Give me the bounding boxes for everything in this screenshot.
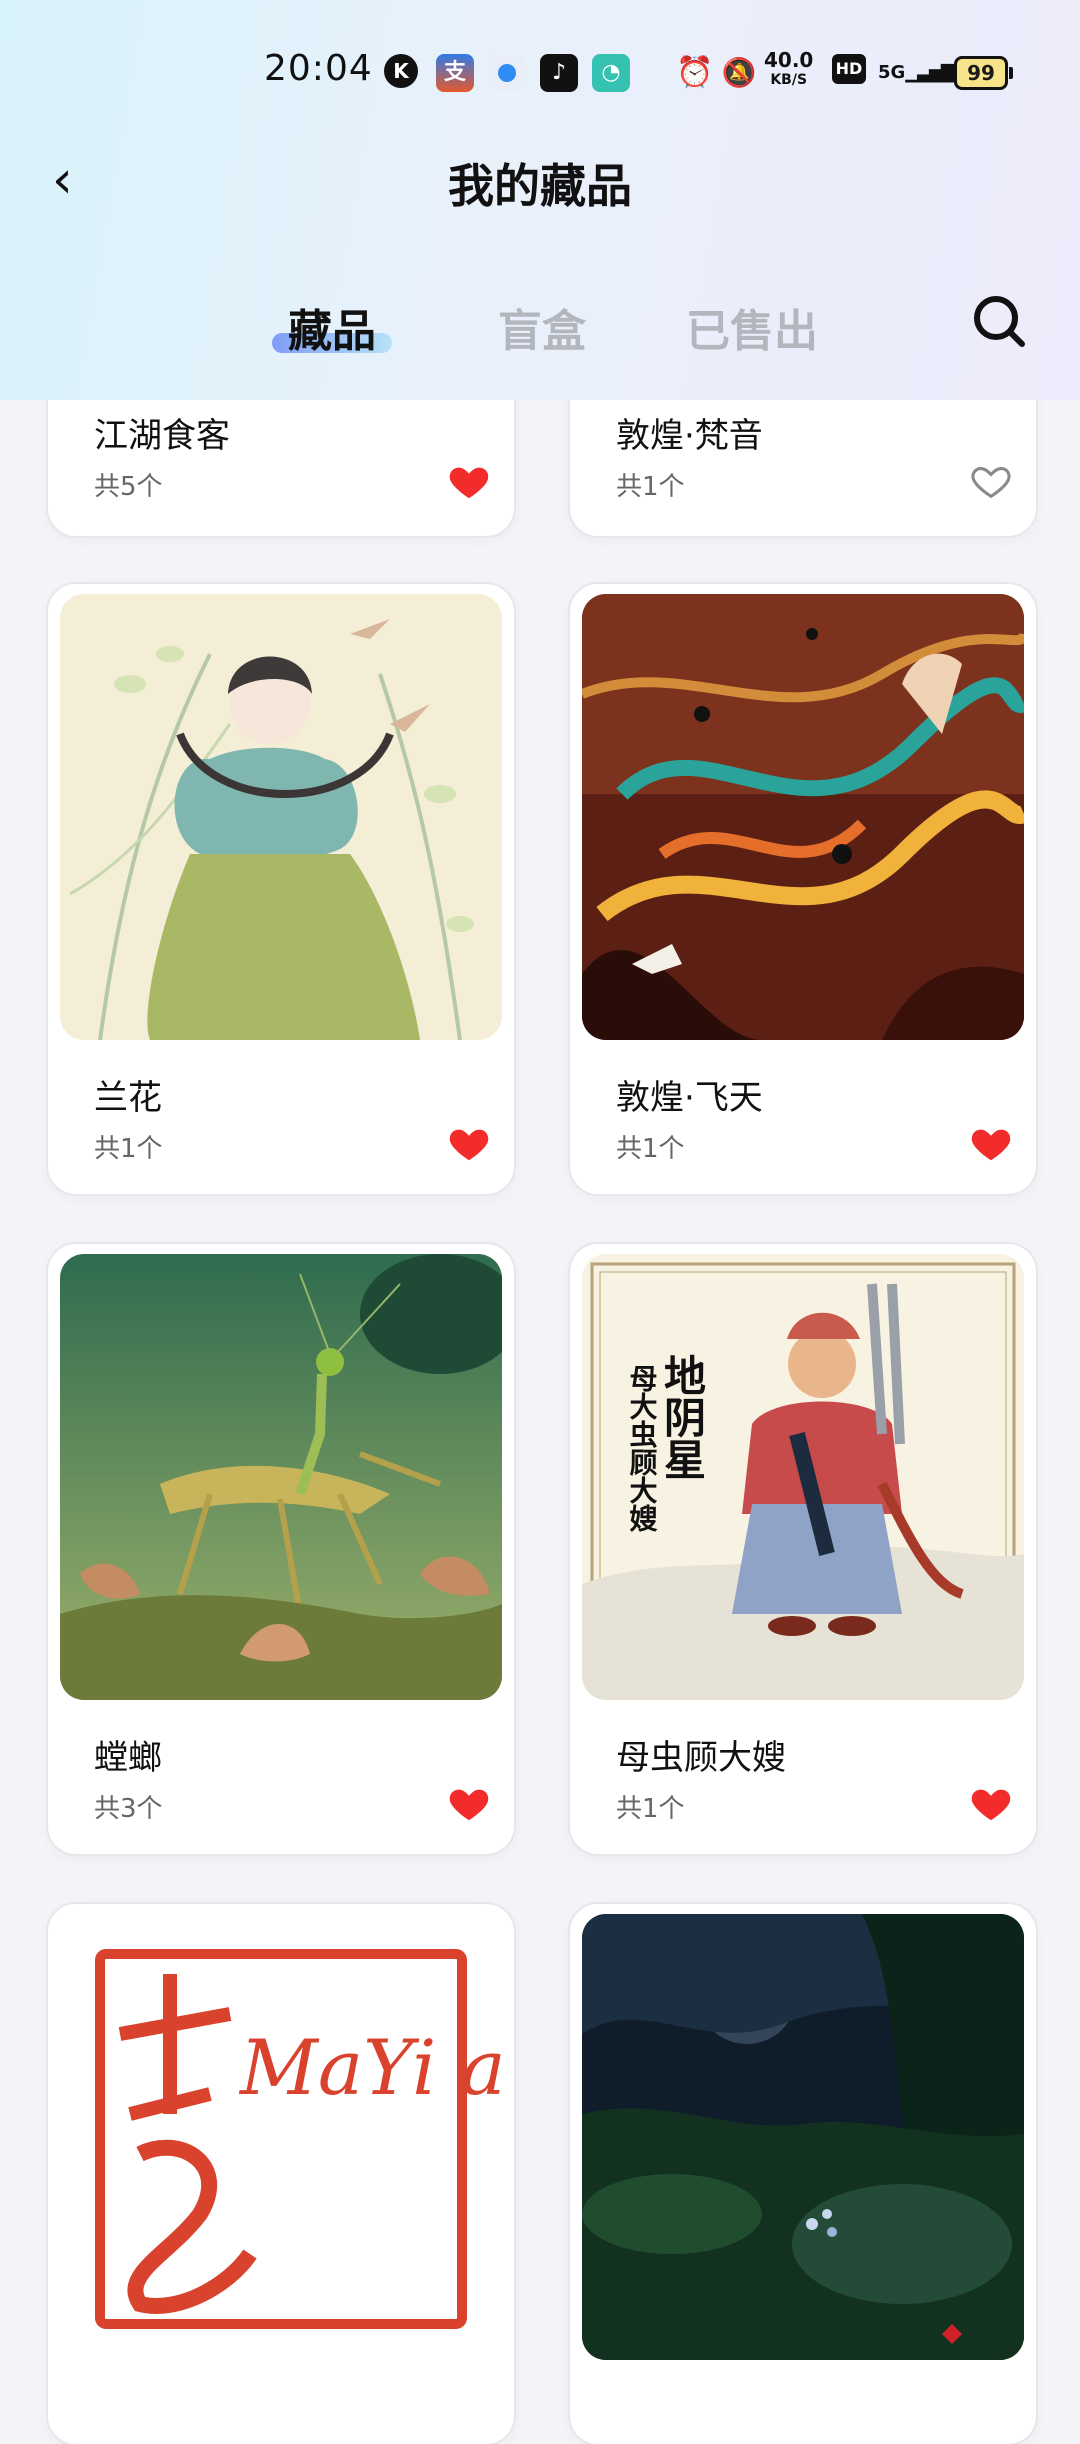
heart-filled-icon[interactable] — [968, 1120, 1014, 1166]
artwork-mayi-logo: MaYi art — [60, 1914, 502, 2360]
heart-filled-icon[interactable] — [446, 1780, 492, 1826]
card-count: 共1个 — [616, 1134, 685, 1164]
hd-icon: HD — [832, 54, 866, 84]
k-app-icon: K — [384, 54, 418, 88]
svg-text:地阴星: 地阴星 — [658, 1354, 707, 1480]
search-icon[interactable] — [970, 292, 1030, 352]
svg-text:MaYi art: MaYi art — [238, 2023, 502, 2112]
artwork-flying-apsara — [582, 594, 1024, 1040]
card-count: 共1个 — [616, 472, 685, 502]
artwork-orchid-girl — [60, 594, 502, 1040]
tab-sold[interactable]: 已售出 — [686, 295, 818, 359]
heart-filled-icon[interactable] — [446, 1120, 492, 1166]
collection-card-muchong[interactable]: 地阴星 母大虫顾大嫂 母虫顾大嫂 共1个 — [570, 1244, 1036, 1854]
page-title: 我的藏品 — [448, 159, 632, 213]
card-count: 共1个 — [616, 1794, 685, 1824]
card-name: 兰花 — [94, 1078, 162, 1118]
status-bar: 20:04 K 支 ♪ ◔ ⏰ 🔕 40.0 KB/S HD 5G▁▃▅▇ 99 — [0, 44, 1080, 100]
card-count: 共3个 — [94, 1794, 163, 1824]
alarm-icon: ⏰ — [676, 55, 714, 90]
collection-card-mayi-art[interactable]: MaYi art — [48, 1904, 514, 2444]
chat-app-icon: ◔ — [592, 54, 630, 92]
card-name: 母虫顾大嫂 — [616, 1738, 786, 1778]
battery-indicator: 99 — [954, 56, 1013, 90]
collection-card-dunhuang-feitian[interactable]: 敦煌·飞天 共1个 — [570, 584, 1036, 1194]
card-count: 共5个 — [94, 472, 163, 502]
collection-card-night-forest[interactable] — [570, 1904, 1036, 2444]
artwork-gu-dasao: 地阴星 母大虫顾大嫂 — [582, 1254, 1024, 1700]
tab-bar: 藏品 盲盒 已售出 — [0, 295, 1080, 365]
tiktok-icon: ♪ — [540, 54, 578, 92]
card-name: 敦煌·飞天 — [616, 1078, 763, 1118]
tab-blind-box[interactable]: 盲盒 — [498, 295, 586, 359]
mute-bell-icon: 🔕 — [721, 56, 757, 89]
heart-outline-icon[interactable] — [968, 458, 1014, 504]
app-header: 20:04 K 支 ♪ ◔ ⏰ 🔕 40.0 KB/S HD 5G▁▃▅▇ 99… — [0, 0, 1080, 400]
card-name: 螳螂 — [94, 1738, 162, 1778]
card-name: 江湖食客 — [94, 416, 230, 456]
collection-card-tanglang[interactable]: 螳螂 共3个 — [48, 1244, 514, 1854]
circle-app-icon — [488, 54, 526, 92]
collection-card-lanhua[interactable]: 兰花 共1个 — [48, 584, 514, 1194]
net-speed: 40.0 KB/S — [764, 48, 814, 88]
card-count: 共1个 — [94, 1134, 163, 1164]
svg-text:母大虫顾大嫂: 母大虫顾大嫂 — [626, 1364, 659, 1533]
artwork-night-forest — [582, 1914, 1024, 2360]
artwork-mantis — [60, 1254, 502, 1700]
signal-5g-icon: 5G▁▃▅▇ — [878, 62, 955, 83]
heart-filled-icon[interactable] — [446, 458, 492, 504]
alipay-icon: 支 — [436, 54, 474, 92]
tab-collections[interactable]: 藏品 — [288, 295, 376, 359]
status-time: 20:04 — [264, 48, 373, 89]
card-name: 敦煌·梵音 — [616, 416, 763, 456]
heart-filled-icon[interactable] — [968, 1780, 1014, 1826]
